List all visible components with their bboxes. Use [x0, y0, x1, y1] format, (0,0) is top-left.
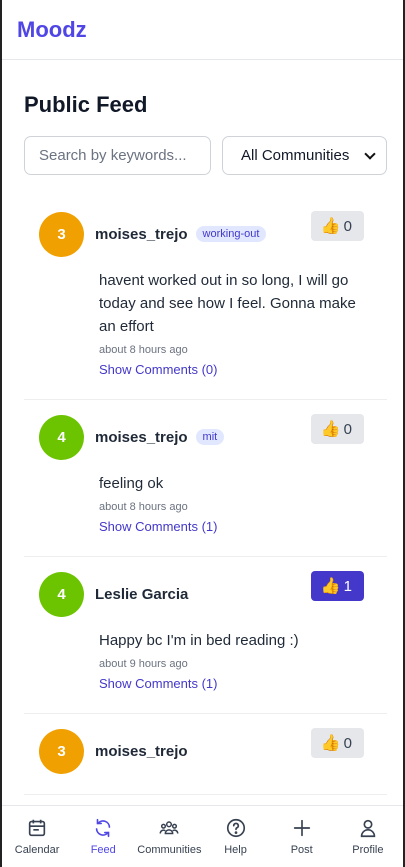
post-text: havent worked out in so long, I will go … — [99, 272, 356, 335]
mood-avatar: 3 — [39, 728, 84, 774]
show-comments-link[interactable]: Show Comments (1) — [99, 676, 217, 691]
thumbs-up-icon: 👍 — [320, 578, 341, 595]
post-username: Leslie Garcia — [95, 585, 189, 603]
nav-label: Feed — [90, 844, 116, 856]
like-button[interactable]: 👍 0 — [310, 414, 364, 444]
nav-help[interactable]: Help — [205, 817, 267, 856]
like-count: 0 — [343, 734, 352, 752]
page-title: Public Feed — [24, 92, 148, 117]
post-timestamp: about 8 hours ago — [99, 344, 188, 356]
nav-label: Help — [224, 844, 247, 856]
nav-label: Post — [290, 844, 313, 856]
feed-post: 4 Leslie Garcia 👍 1 Happy bc I'm in bed … — [24, 557, 387, 714]
help-icon — [226, 818, 245, 838]
community-tag[interactable]: working-out — [195, 226, 267, 242]
post-username: moises_trejo — [95, 225, 188, 243]
like-button[interactable]: 👍 0 — [310, 728, 364, 758]
bottom-nav: Calendar Feed Communities Help Post Prof… — [2, 805, 403, 867]
search-input[interactable] — [24, 136, 211, 175]
calendar-icon — [28, 819, 46, 837]
chevron-down-icon — [364, 147, 376, 160]
mood-avatar: 4 — [39, 414, 84, 460]
community-select[interactable]: All Communities — [222, 136, 387, 175]
post-username: moises_trejo — [95, 428, 188, 446]
like-count: 0 — [343, 420, 352, 438]
like-button[interactable]: 👍 1 — [310, 571, 364, 601]
post-text: Happy bc I'm in bed reading :) — [99, 632, 299, 649]
thumbs-up-icon: 👍 — [320, 421, 341, 438]
user-icon — [360, 819, 376, 838]
show-comments-link[interactable]: Show Comments (0) — [99, 362, 217, 377]
post-text: feeling ok — [99, 475, 164, 492]
thumbs-up-icon: 👍 — [320, 735, 341, 752]
nav-calendar[interactable]: Calendar — [6, 817, 68, 856]
community-tag[interactable]: mit — [195, 429, 225, 445]
feed-post: 3 moises_trejo 👍 0 — [24, 714, 387, 795]
nav-label: Communities — [137, 844, 202, 856]
nav-communities[interactable]: Communities — [137, 817, 202, 856]
post-timestamp: about 9 hours ago — [99, 658, 188, 670]
brand-logo[interactable]: Moodz — [17, 17, 87, 43]
refresh-icon — [95, 818, 111, 838]
post-username: moises_trejo — [95, 742, 188, 760]
plus-icon — [293, 819, 310, 837]
like-button[interactable]: 👍 0 — [310, 211, 364, 241]
nav-label: Profile — [352, 844, 384, 856]
filter-bar: All Communities — [24, 136, 387, 175]
people-icon — [159, 821, 179, 835]
nav-label: Calendar — [14, 844, 60, 856]
feed-post: 4 moises_trejo mit 👍 0 feeling ok about … — [24, 400, 387, 557]
nav-feed[interactable]: Feed — [72, 817, 134, 856]
nav-profile[interactable]: Profile — [337, 817, 399, 856]
top-bar: Moodz — [2, 0, 403, 60]
main-content: Public Feed All Communities 3 moises_tre… — [2, 60, 403, 795]
like-count: 1 — [343, 577, 352, 595]
thumbs-up-icon: 👍 — [320, 218, 341, 235]
show-comments-link[interactable]: Show Comments (1) — [99, 519, 217, 534]
app-frame: Moodz Public Feed All Communities 3 mois… — [0, 0, 405, 867]
community-select-value: All Communities — [241, 147, 350, 164]
mood-avatar: 3 — [39, 211, 84, 257]
like-count: 0 — [343, 217, 352, 235]
mood-avatar: 4 — [39, 571, 84, 617]
feed-post: 3 moises_trejo working-out 👍 0 havent wo… — [24, 197, 387, 400]
nav-post[interactable]: Post — [271, 817, 333, 856]
post-timestamp: about 8 hours ago — [99, 501, 188, 513]
